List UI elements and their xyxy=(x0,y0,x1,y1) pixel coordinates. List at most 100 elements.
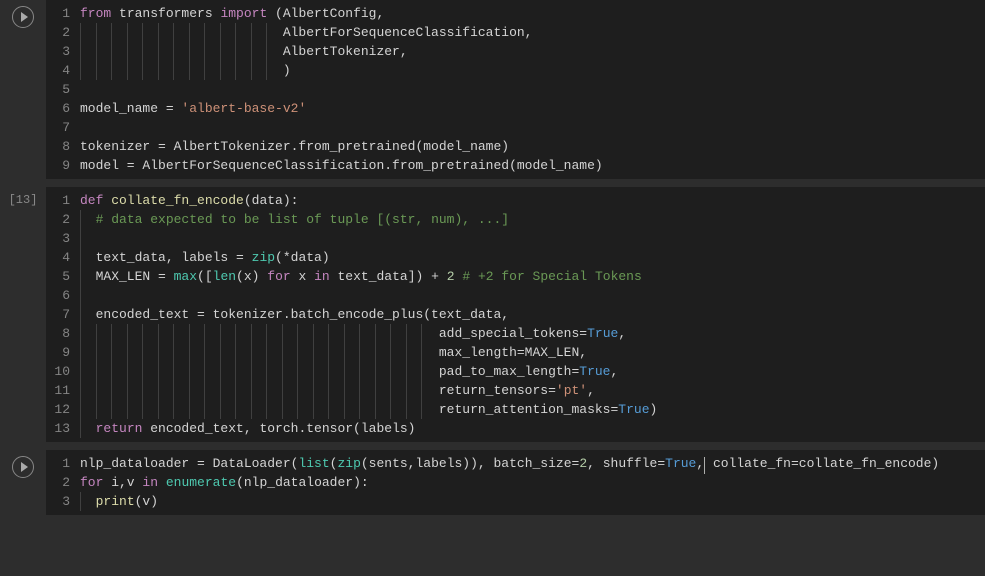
code-line[interactable]: def collate_fn_encode(data): xyxy=(80,191,985,210)
indent-guide xyxy=(406,400,407,419)
code-line[interactable]: tokenizer = AlbertTokenizer.from_pretrai… xyxy=(80,137,985,156)
indent-guide xyxy=(173,324,174,343)
code-line[interactable]: model = AlbertForSequenceClassification.… xyxy=(80,156,985,175)
code-token: model_name = xyxy=(80,101,181,116)
code-token: nlp_dataloader = DataLoader( xyxy=(80,456,298,471)
indent-guide xyxy=(344,381,345,400)
code-line[interactable] xyxy=(80,229,985,248)
indent-guide xyxy=(80,419,81,438)
indent-guide xyxy=(421,324,422,343)
indent-guide xyxy=(390,362,391,381)
indent-guide xyxy=(142,61,143,80)
cell-gutter: [13] xyxy=(0,187,46,442)
code-line[interactable]: AlbertTokenizer, xyxy=(80,42,985,61)
code-line[interactable] xyxy=(80,80,985,99)
indent-guide xyxy=(375,381,376,400)
indent-guide xyxy=(80,343,81,362)
code-line[interactable]: MAX_LEN = max([len(x) for x in text_data… xyxy=(80,267,985,286)
code-token: True xyxy=(665,456,696,471)
line-number: 2 xyxy=(46,473,70,492)
indent-guide xyxy=(235,23,236,42)
code-cell: 123456789from transformers import (Alber… xyxy=(0,0,985,179)
code-token: zip xyxy=(337,456,360,471)
code-cell: 123nlp_dataloader = DataLoader(list(zip(… xyxy=(0,450,985,515)
code-token: 2 xyxy=(579,456,587,471)
indent-guide xyxy=(189,42,190,61)
code-line[interactable]: print(v) xyxy=(80,492,985,511)
indent-guide xyxy=(297,343,298,362)
code-line[interactable]: max_length=MAX_LEN, xyxy=(80,343,985,362)
line-number: 7 xyxy=(46,118,70,137)
code-token: encoded_text, torch.tensor(labels) xyxy=(142,421,415,436)
code-editor[interactable]: 12345678910111213def collate_fn_encode(d… xyxy=(46,187,985,442)
indent-guide xyxy=(96,61,97,80)
code-token: max_length=MAX_LEN, xyxy=(80,345,587,360)
code-line[interactable]: text_data, labels = zip(*data) xyxy=(80,248,985,267)
code-cell: [13]12345678910111213def collate_fn_enco… xyxy=(0,187,985,442)
code-line[interactable]: nlp_dataloader = DataLoader(list(zip(sen… xyxy=(80,454,985,473)
code-line[interactable]: return_tensors='pt', xyxy=(80,381,985,400)
indent-guide xyxy=(220,42,221,61)
code-line[interactable]: from transformers import (AlbertConfig, xyxy=(80,4,985,23)
indent-guide xyxy=(204,23,205,42)
code-line[interactable]: add_special_tokens=True, xyxy=(80,324,985,343)
indent-guide xyxy=(375,324,376,343)
line-number: 2 xyxy=(46,210,70,229)
indent-guide xyxy=(173,42,174,61)
play-icon xyxy=(21,12,28,22)
indent-guide xyxy=(189,362,190,381)
indent-guide xyxy=(189,61,190,80)
code-token: return xyxy=(96,421,143,436)
code-content[interactable]: from transformers import (AlbertConfig, … xyxy=(80,4,985,175)
indent-guide xyxy=(127,42,128,61)
indent-guide xyxy=(266,61,267,80)
code-line[interactable]: ) xyxy=(80,61,985,80)
indent-guide xyxy=(80,23,81,42)
code-token: x xyxy=(291,269,314,284)
indent-guide xyxy=(266,324,267,343)
code-editor[interactable]: 123456789from transformers import (Alber… xyxy=(46,0,985,179)
code-line[interactable] xyxy=(80,286,985,305)
code-token: (x) xyxy=(236,269,267,284)
indent-guide xyxy=(235,61,236,80)
indent-guide xyxy=(235,381,236,400)
indent-guide xyxy=(235,362,236,381)
code-line[interactable]: # data expected to be list of tuple [(st… xyxy=(80,210,985,229)
run-cell-button[interactable] xyxy=(12,6,34,28)
indent-guide xyxy=(127,362,128,381)
code-token: in xyxy=(142,475,158,490)
code-line[interactable] xyxy=(80,118,985,137)
indent-guide xyxy=(344,324,345,343)
code-token: model = AlbertForSequenceClassification.… xyxy=(80,158,603,173)
code-token: # data expected to be list of tuple [(st… xyxy=(96,212,509,227)
indent-guide xyxy=(251,400,252,419)
indent-guide xyxy=(80,492,81,511)
indent-guide xyxy=(220,324,221,343)
line-number: 4 xyxy=(46,61,70,80)
code-line[interactable]: return encoded_text, torch.tensor(labels… xyxy=(80,419,985,438)
code-token: 'albert-base-v2' xyxy=(181,101,306,116)
indent-guide xyxy=(266,362,267,381)
indent-guide xyxy=(80,381,81,400)
indent-guide xyxy=(328,324,329,343)
code-line[interactable]: for i,v in enumerate(nlp_dataloader): xyxy=(80,473,985,492)
code-line[interactable]: return_attention_masks=True) xyxy=(80,400,985,419)
code-token: 'pt' xyxy=(556,383,587,398)
code-line[interactable]: AlbertForSequenceClassification, xyxy=(80,23,985,42)
indent-guide xyxy=(96,343,97,362)
code-line[interactable]: encoded_text = tokenizer.batch_encode_pl… xyxy=(80,305,985,324)
run-cell-button[interactable] xyxy=(12,456,34,478)
code-token: , xyxy=(618,326,626,341)
code-editor[interactable]: 123nlp_dataloader = DataLoader(list(zip(… xyxy=(46,450,985,515)
indent-guide xyxy=(173,400,174,419)
indent-guide xyxy=(328,381,329,400)
code-token xyxy=(158,475,166,490)
code-line[interactable]: model_name = 'albert-base-v2' xyxy=(80,99,985,118)
code-content[interactable]: nlp_dataloader = DataLoader(list(zip(sen… xyxy=(80,454,985,511)
indent-guide xyxy=(158,400,159,419)
code-token: AlbertTokenizer, xyxy=(80,44,408,59)
code-line[interactable]: pad_to_max_length=True, xyxy=(80,362,985,381)
code-content[interactable]: def collate_fn_encode(data): # data expe… xyxy=(80,191,985,438)
indent-guide xyxy=(251,343,252,362)
indent-guide xyxy=(80,267,81,286)
